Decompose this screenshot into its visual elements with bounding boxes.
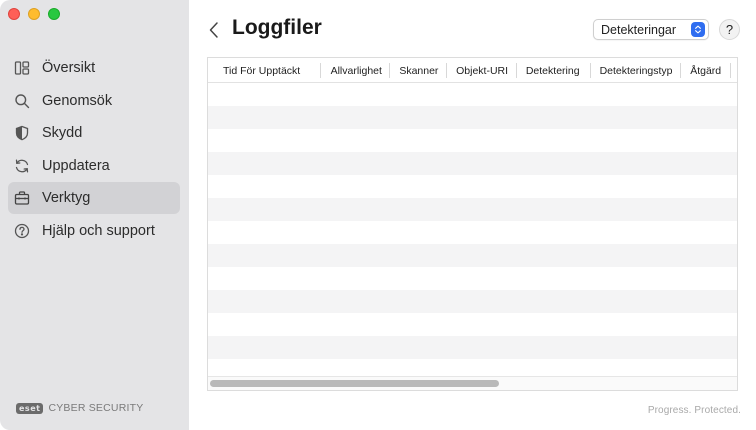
zoom-window-button[interactable] xyxy=(48,8,60,20)
sidebar-item-genomsok[interactable]: Genomsök xyxy=(8,85,180,117)
log-table: Tid För Upptäckt Allvarlighet Skanner Ob… xyxy=(207,57,738,391)
sidebar-nav: Översikt Genomsök Skydd Uppdatera Verkty… xyxy=(8,52,180,247)
table-header: Tid För Upptäckt Allvarlighet Skanner Ob… xyxy=(208,58,737,83)
briefcase-icon xyxy=(14,190,30,206)
sidebar-item-label: Genomsök xyxy=(42,92,113,109)
column-header-detection-type[interactable]: Detekteringstyp xyxy=(591,58,682,83)
table-row[interactable] xyxy=(208,129,737,152)
table-row[interactable] xyxy=(208,106,737,129)
table-row[interactable] xyxy=(208,313,737,336)
brand: eset CYBER SECURITY xyxy=(16,402,143,414)
sidebar-item-skydd[interactable]: Skydd xyxy=(8,117,180,149)
sidebar-item-verktyg[interactable]: Verktyg xyxy=(8,182,180,214)
column-header-severity[interactable]: Allvarlighet xyxy=(321,58,391,83)
main-content: Loggfiler Detekteringar ? Tid För Upptäc… xyxy=(189,0,756,430)
product-name: CYBER SECURITY xyxy=(48,402,144,414)
chevron-left-icon xyxy=(209,22,218,38)
help-button[interactable]: ? xyxy=(719,19,740,40)
table-row[interactable] xyxy=(208,267,737,290)
sidebar-item-label: Verktyg xyxy=(42,190,91,206)
column-header-object-uri[interactable]: Objekt-URI xyxy=(447,58,517,83)
eset-logo: eset xyxy=(16,402,44,414)
app-window: Översikt Genomsök Skydd Uppdatera Verkty… xyxy=(0,0,756,430)
refresh-icon xyxy=(14,158,30,174)
column-header-scanner[interactable]: Skanner xyxy=(390,58,447,83)
table-row[interactable] xyxy=(208,244,737,267)
help-circle-icon xyxy=(14,223,30,239)
column-header-more[interactable] xyxy=(731,58,737,83)
column-header-detection[interactable]: Detektering xyxy=(517,58,591,83)
footer-tagline: Progress. Protected. xyxy=(647,405,741,416)
minimize-window-button[interactable] xyxy=(28,8,40,20)
page-title: Loggfiler xyxy=(232,16,322,39)
sidebar-item-label: Uppdatera xyxy=(42,157,110,174)
table-row[interactable] xyxy=(208,152,737,175)
scrollbar-thumb[interactable] xyxy=(210,380,499,387)
sidebar-item-label: Skydd xyxy=(42,125,83,141)
sidebar-item-hjalp[interactable]: Hjälp och support xyxy=(8,215,180,247)
sidebar-item-label: Hjälp och support xyxy=(42,222,155,239)
sidebar-item-label: Översikt xyxy=(42,60,96,76)
window-controls xyxy=(8,8,60,20)
table-row[interactable] xyxy=(208,221,737,244)
table-row[interactable] xyxy=(208,83,737,106)
horizontal-scrollbar[interactable] xyxy=(208,376,737,390)
table-body xyxy=(208,83,737,382)
back-button[interactable] xyxy=(208,21,220,39)
table-row[interactable] xyxy=(208,336,737,359)
log-type-select-value: Detekteringar xyxy=(601,22,677,37)
shield-icon xyxy=(14,125,30,141)
overview-icon xyxy=(14,60,30,76)
column-header-action[interactable]: Åtgärd xyxy=(681,58,731,83)
search-icon xyxy=(14,93,30,109)
sidebar-item-uppdatera[interactable]: Uppdatera xyxy=(8,150,180,182)
close-window-button[interactable] xyxy=(8,8,20,20)
log-type-select[interactable]: Detekteringar xyxy=(593,19,709,40)
table-row[interactable] xyxy=(208,198,737,221)
sidebar: Översikt Genomsök Skydd Uppdatera Verkty… xyxy=(0,0,189,430)
column-header-time[interactable]: Tid För Upptäckt xyxy=(208,58,321,83)
sidebar-item-oversikt[interactable]: Översikt xyxy=(8,52,180,84)
table-row[interactable] xyxy=(208,175,737,198)
select-arrows-icon xyxy=(691,22,705,37)
table-row[interactable] xyxy=(208,290,737,313)
